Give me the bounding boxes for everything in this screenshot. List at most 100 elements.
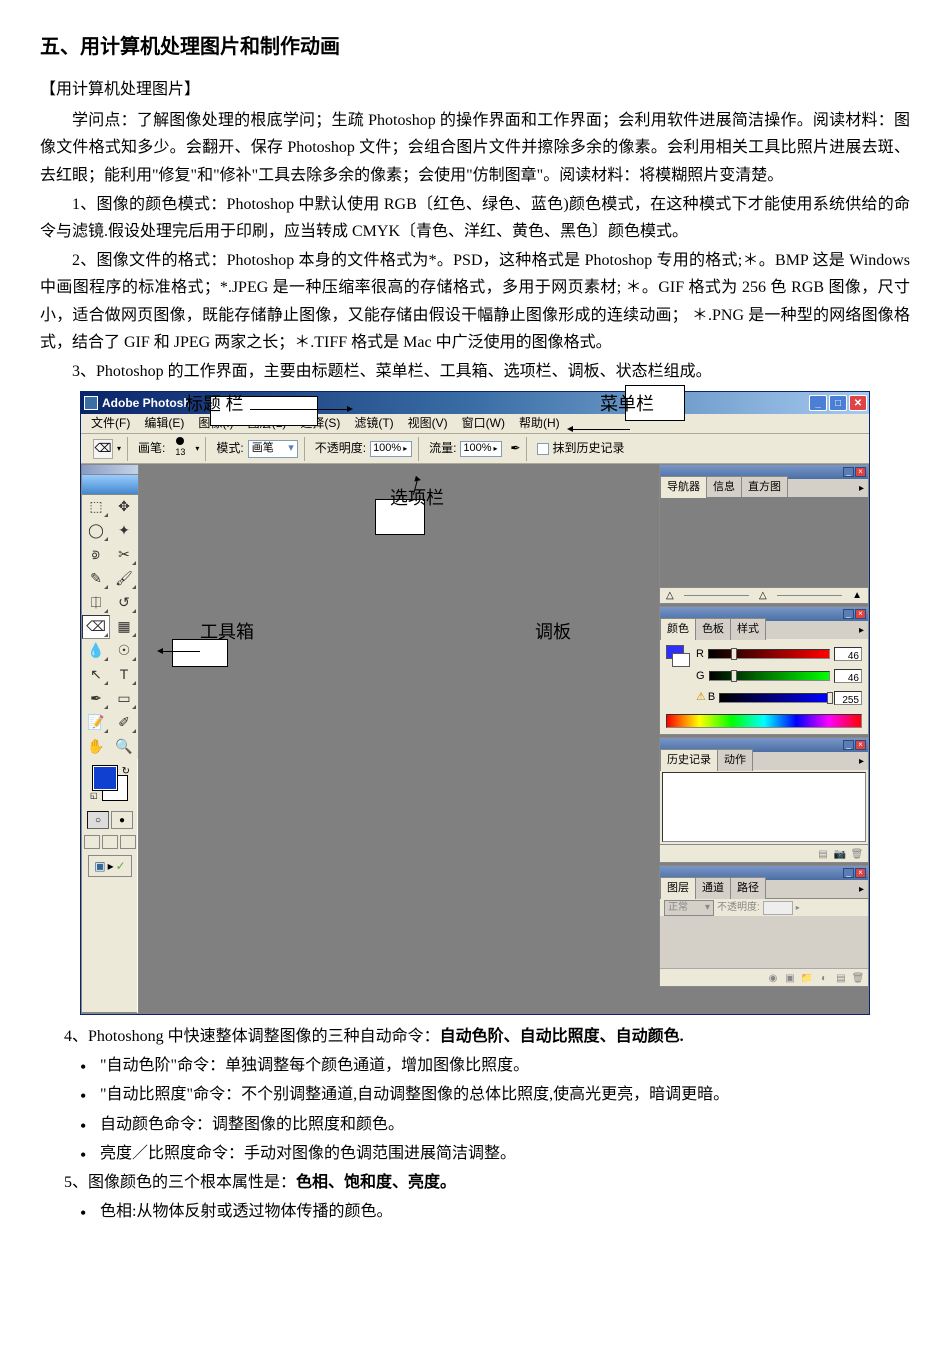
standard-mode-button[interactable]: ○ <box>87 811 109 829</box>
dodge-tool[interactable]: ☉ <box>110 639 138 663</box>
tab-styles[interactable]: 样式 <box>730 618 766 640</box>
color-swatch[interactable]: ↻ ◱ <box>90 763 130 803</box>
airbrush-icon[interactable]: ✒ <box>510 438 520 458</box>
brush-tool[interactable]: 🖌 <box>110 567 138 591</box>
history-list[interactable] <box>662 772 866 842</box>
menu-help[interactable]: 帮助(H) <box>513 412 566 434</box>
pen-tool[interactable]: ✒ <box>82 687 110 711</box>
notes-tool[interactable]: 📝 <box>82 711 110 735</box>
healing-tool[interactable]: ✎ <box>82 567 110 591</box>
tab-color[interactable]: 颜色 <box>660 618 696 640</box>
menu-view[interactable]: 视图(V) <box>402 412 454 434</box>
tab-actions[interactable]: 动作 <box>717 749 753 771</box>
marquee-tool[interactable]: ⬚ <box>82 495 110 519</box>
adjustment-layer-icon[interactable]: ◐ <box>817 971 831 985</box>
r-slider[interactable] <box>708 649 830 659</box>
layer-opacity-input[interactable] <box>763 901 793 915</box>
lasso-tool[interactable]: ◯ <box>82 519 110 543</box>
g-slider[interactable] <box>709 671 830 681</box>
zoom-in-icon[interactable]: ▲ <box>852 587 862 604</box>
swap-colors-icon[interactable]: ↻ <box>122 763 130 780</box>
screen-mode-1[interactable] <box>84 835 100 849</box>
panel-menu-icon[interactable]: ▸ <box>855 480 868 497</box>
stamp-tool[interactable]: ⎅ <box>82 591 110 615</box>
chevron-down-icon[interactable]: ▾ <box>117 442 121 456</box>
history-brush-tool[interactable]: ↺ <box>110 591 138 615</box>
mode-dropdown[interactable]: 画笔 ▾ <box>248 440 298 458</box>
delete-layer-icon[interactable]: 🗑 <box>851 971 865 985</box>
flow-input[interactable]: 100%▸ <box>460 441 502 457</box>
shape-tool[interactable]: ▭ <box>110 687 138 711</box>
erase-to-history-check[interactable]: 抹到历史记录 <box>537 438 624 458</box>
close-button[interactable]: ✕ <box>849 395 867 411</box>
menu-edit[interactable]: 编辑(E) <box>138 412 190 434</box>
tab-history[interactable]: 历史记录 <box>660 749 718 771</box>
opacity-input[interactable]: 100%▸ <box>370 441 412 457</box>
crop-tool[interactable]: ⟄ <box>82 543 110 567</box>
type-tool[interactable]: T <box>110 663 138 687</box>
panel-menu-icon[interactable]: ▸ <box>855 622 868 639</box>
snapshot-icon[interactable]: ▤ <box>816 847 830 861</box>
zoom-slider-icon[interactable]: △ <box>759 587 767 604</box>
eraser-tool-icon[interactable]: ⌫ <box>93 439 113 459</box>
layer-mask-icon[interactable]: ▣ <box>783 971 797 985</box>
menu-file[interactable]: 文件(F) <box>85 412 136 434</box>
tab-paths[interactable]: 路径 <box>730 877 766 899</box>
panel-min-button[interactable]: _ <box>843 467 854 477</box>
color-ramp[interactable] <box>666 714 862 728</box>
blur-tool[interactable]: 💧 <box>82 639 110 663</box>
b-slider[interactable] <box>719 693 830 703</box>
new-doc-icon[interactable]: 📷 <box>833 847 847 861</box>
panel-min-button[interactable]: _ <box>843 609 854 619</box>
move-tool[interactable]: ✥ <box>110 495 138 519</box>
panel-menu-icon[interactable]: ▸ <box>855 881 868 898</box>
tab-histogram[interactable]: 直方图 <box>741 476 788 498</box>
panel-close-button[interactable]: × <box>855 467 866 477</box>
canvas-area[interactable] <box>139 464 659 1014</box>
g-value[interactable]: 46 <box>834 669 862 683</box>
layers-list[interactable] <box>660 916 868 968</box>
layer-style-icon[interactable]: ◉ <box>766 971 780 985</box>
panel-menu-icon[interactable]: ▸ <box>855 753 868 770</box>
eyedropper-tool[interactable]: ✐ <box>110 711 138 735</box>
minimize-button[interactable]: _ <box>809 395 827 411</box>
chevron-down-icon[interactable]: ▾ <box>195 442 199 456</box>
panel-close-button[interactable]: × <box>855 609 866 619</box>
menu-filter[interactable]: 滤镜(T) <box>348 412 399 434</box>
wand-tool[interactable]: ✦ <box>110 519 138 543</box>
tab-info[interactable]: 信息 <box>706 476 742 498</box>
tab-navigator[interactable]: 导航器 <box>660 476 707 498</box>
maximize-button[interactable]: □ <box>829 395 847 411</box>
new-layer-icon[interactable]: ▤ <box>834 971 848 985</box>
tab-channels[interactable]: 通道 <box>695 877 731 899</box>
window-titlebar[interactable]: Adobe Photosh _ □ ✕ <box>81 392 869 414</box>
hand-tool[interactable]: ✋ <box>82 735 110 759</box>
eraser-tool[interactable]: ⌫ <box>82 615 110 639</box>
screen-mode-2[interactable] <box>102 835 118 849</box>
tab-swatches[interactable]: 色板 <box>695 618 731 640</box>
panel-min-button[interactable]: _ <box>843 868 854 878</box>
toolbox-drag-handle[interactable] <box>82 465 138 475</box>
tab-layers[interactable]: 图层 <box>660 877 696 899</box>
layer-folder-icon[interactable]: 📁 <box>800 971 814 985</box>
default-colors-icon[interactable]: ◱ <box>90 789 98 803</box>
bg-preview[interactable] <box>672 653 690 667</box>
blend-mode-dropdown[interactable]: 正常▾ <box>664 900 714 916</box>
panel-close-button[interactable]: × <box>855 868 866 878</box>
panel-close-button[interactable]: × <box>855 740 866 750</box>
screen-mode-3[interactable] <box>120 835 136 849</box>
panel-min-button[interactable]: _ <box>843 740 854 750</box>
zoom-tool[interactable]: 🔍 <box>110 735 138 759</box>
gradient-tool[interactable]: ▦ <box>110 615 138 639</box>
quickmask-mode-button[interactable]: ● <box>111 811 133 829</box>
slice-tool[interactable]: ✂ <box>110 543 138 567</box>
r-value[interactable]: 46 <box>834 647 862 661</box>
jump-to-imageready[interactable]: ▣▸✓ <box>88 855 132 877</box>
path-tool[interactable]: ↖ <box>82 663 110 687</box>
foreground-color[interactable] <box>92 765 118 791</box>
navigator-preview[interactable] <box>660 497 868 587</box>
zoom-out-icon[interactable]: △ <box>666 587 674 604</box>
menu-window[interactable]: 窗口(W) <box>456 412 511 434</box>
brush-preview[interactable]: 13 <box>169 437 191 460</box>
trash-icon[interactable]: 🗑 <box>850 847 864 861</box>
